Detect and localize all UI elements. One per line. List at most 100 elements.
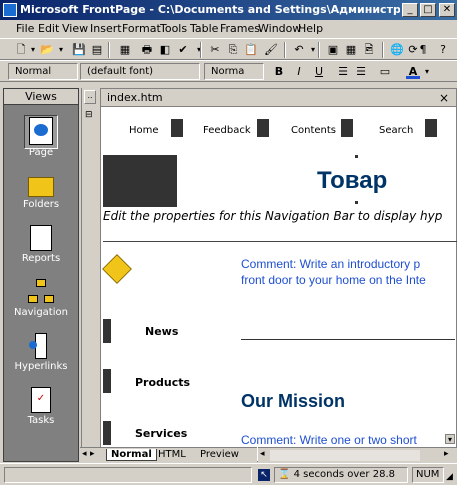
hyperlink-icon[interactable]: 🌐 (390, 43, 404, 57)
show-all-icon[interactable]: ¶ (416, 43, 430, 57)
view-hyperlinks[interactable]: Hyperlinks (4, 333, 78, 372)
cut-icon[interactable]: ✂ (208, 43, 222, 57)
dot-decoration (355, 201, 358, 204)
tab-normal[interactable]: Normal (106, 449, 157, 461)
frontpage-app-icon[interactable] (3, 3, 17, 17)
nav-button-graphic (257, 119, 269, 137)
scroll-down-arrow-icon[interactable]: ▾ (445, 434, 455, 444)
format-painter-icon[interactable]: 🖌 (264, 43, 278, 57)
font-color-icon[interactable]: A (406, 65, 420, 79)
folder-list-strip: .. ⊟ (81, 88, 98, 462)
minimize-button[interactable]: _ (402, 3, 418, 17)
folder-list-toggle[interactable]: .. (84, 90, 96, 104)
undo-icon[interactable]: ↶ (292, 43, 306, 57)
view-tasks[interactable]: ✓ Tasks (4, 387, 78, 426)
preview-browser-icon[interactable]: ◧ (158, 43, 172, 57)
tab-scroll-left-icon[interactable]: ◂ (82, 449, 87, 459)
spelling-icon[interactable]: ✔ (176, 43, 190, 57)
scroll-right-arrow-icon[interactable]: ▸ (444, 449, 449, 459)
italic-icon[interactable]: I (292, 65, 306, 79)
publish-icon[interactable]: ▤ (90, 43, 104, 57)
menu-frames[interactable]: Frames (220, 22, 260, 35)
comment-intro-line2[interactable]: front door to your home on the Inte (241, 273, 426, 287)
font-select[interactable]: (default font) (80, 63, 200, 80)
folder-tree-icon[interactable]: ⊟ (85, 110, 93, 120)
folder-list-icon[interactable]: ▦ (118, 43, 132, 57)
side-nav-services[interactable]: Services (135, 427, 187, 440)
hyperlinks-icon (29, 333, 53, 359)
menu-help[interactable]: Help (298, 22, 323, 35)
nav-link-search[interactable]: Search (379, 125, 413, 136)
close-button[interactable]: ✕ (439, 3, 455, 17)
help-icon[interactable]: ? (436, 43, 450, 57)
page-icon (29, 117, 53, 145)
menu-view[interactable]: View (62, 22, 88, 35)
comment-intro-line1[interactable]: Comment: Write an introductory p (241, 257, 420, 271)
dot-decoration (355, 155, 358, 158)
resize-grip-icon[interactable]: ◢ (446, 472, 453, 482)
view-label: Hyperlinks (14, 361, 68, 372)
spelling-dropdown-icon[interactable]: ▾ (192, 43, 206, 57)
align-center-icon[interactable]: ☰ (354, 65, 368, 79)
open-dropdown-icon[interactable]: ▾ (54, 43, 68, 57)
views-bar: Views Page Folders Reports Navigation Hy… (3, 88, 79, 462)
font-color-dropdown-icon[interactable]: ▾ (420, 65, 434, 79)
tab-html[interactable]: HTML (158, 449, 186, 460)
close-document-icon[interactable]: × (439, 89, 449, 107)
toolbar-separator (318, 42, 320, 58)
view-tab-strip: ◂ ▸ Normal HTML Preview (80, 447, 257, 463)
document-tab[interactable]: index.htm (101, 89, 456, 107)
view-reports[interactable]: Reports (4, 225, 78, 264)
maximize-button[interactable]: □ (420, 3, 436, 17)
underline-icon[interactable]: U (312, 65, 326, 79)
copy-icon[interactable]: ⎘ (226, 43, 240, 57)
align-left-icon[interactable]: ☰ (336, 65, 350, 79)
view-navigation[interactable]: Navigation (4, 279, 78, 318)
save-icon[interactable]: 💾 (72, 43, 86, 57)
insert-component-icon[interactable]: ▣ (326, 43, 340, 57)
border-icon[interactable]: ▭ (378, 65, 392, 79)
open-folder-icon[interactable]: 📂 (40, 43, 54, 57)
font-size-select[interactable]: Norma (204, 63, 264, 80)
standard-toolbar: 🗋 ▾ 📂 ▾ 💾 ▤ ▦ 🖶 ◧ ✔ ▾ ✂ ⎘ 📋 🖌 ↶ ▾ ▣ ▦ 🖻 … (0, 38, 457, 60)
views-bar-title: Views (4, 89, 78, 105)
insert-table-icon[interactable]: ▦ (344, 43, 358, 57)
scrollbar-track[interactable] (270, 450, 420, 461)
bold-icon[interactable]: B (272, 65, 286, 79)
menu-bar: File Edit View Insert Format Tools Table… (0, 20, 457, 38)
new-dropdown-icon[interactable]: ▾ (26, 43, 40, 57)
menu-table[interactable]: Table (190, 22, 218, 35)
navigation-bar-placeholder[interactable]: Edit the properties for this Navigation … (103, 209, 442, 223)
download-time-text: 4 seconds over 28.8 (293, 469, 395, 480)
side-nav-news[interactable]: News (145, 325, 178, 338)
menu-file[interactable]: File (16, 22, 34, 35)
side-nav-products[interactable]: Products (135, 376, 190, 389)
tab-scroll-right-icon[interactable]: ▸ (90, 449, 95, 459)
nav-button-graphic (341, 119, 353, 137)
view-page[interactable]: Page (4, 117, 78, 158)
style-select[interactable]: Normal (8, 63, 78, 80)
nav-link-contents[interactable]: Contents (291, 125, 336, 136)
insert-picture-icon[interactable]: 🖻 (362, 43, 376, 57)
print-icon[interactable]: 🖶 (140, 43, 154, 57)
scroll-left-arrow-icon[interactable]: ◂ (260, 449, 265, 459)
paste-icon[interactable]: 📋 (244, 43, 258, 57)
toolbar-separator (200, 42, 202, 58)
tab-preview[interactable]: Preview (200, 449, 239, 460)
nav-link-feedback[interactable]: Feedback (203, 125, 251, 136)
comment-mission[interactable]: Comment: Write one or two short (241, 433, 417, 447)
navigation-icon (28, 279, 54, 305)
menu-insert[interactable]: Insert (90, 22, 122, 35)
side-nav-button-graphic (103, 421, 111, 445)
menu-format[interactable]: Format (122, 22, 161, 35)
view-folders[interactable]: Folders (4, 171, 78, 210)
nav-link-home[interactable]: Home (129, 125, 159, 136)
menu-edit[interactable]: Edit (38, 22, 59, 35)
page-banner-heading: Товар (317, 167, 388, 194)
menu-tools[interactable]: Tools (160, 22, 187, 35)
menu-window[interactable]: Window (258, 22, 301, 35)
status-bar: ↖ ⌛ 4 seconds over 28.8 NUM ◢ (0, 463, 457, 485)
horizontal-scrollbar[interactable]: ◂ ▸ (258, 447, 457, 463)
page-editor: index.htm × Home Feedback Contents Searc… (100, 88, 457, 462)
toolbar-separator (284, 42, 286, 58)
